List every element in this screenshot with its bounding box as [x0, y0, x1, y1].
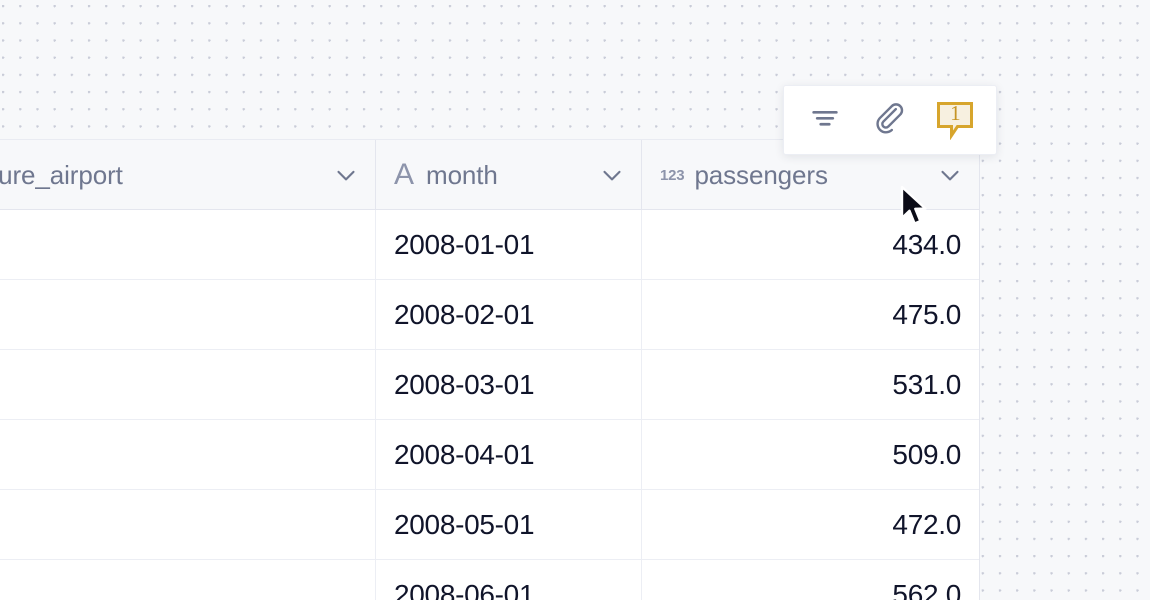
cell-passengers[interactable]: 531.0: [642, 350, 979, 420]
cell-passengers[interactable]: 475.0: [642, 280, 979, 350]
attachment-button[interactable]: [864, 94, 916, 146]
comment-button[interactable]: 1: [929, 94, 981, 146]
column-header-month[interactable]: A month: [376, 140, 642, 210]
cell-departure-airport[interactable]: IA: [0, 420, 376, 490]
table-row[interactable]: IA 2008-05-01 472.0: [0, 490, 979, 560]
comment-count: 1: [950, 101, 961, 125]
cell-month[interactable]: 2008-03-01: [376, 350, 642, 420]
sort-filter-icon: [808, 101, 842, 140]
column-header-label: departure_airport: [0, 159, 123, 190]
cell-month[interactable]: 2008-01-01: [376, 210, 642, 280]
cell-month[interactable]: 2008-05-01: [376, 490, 642, 560]
table-row[interactable]: IA 2008-04-01 509.0: [0, 420, 979, 490]
number-type-icon: 123: [660, 166, 685, 184]
cell-month[interactable]: 2008-04-01: [376, 420, 642, 490]
cell-departure-airport[interactable]: IA: [0, 560, 376, 600]
cell-context-toolbar[interactable]: 1: [783, 85, 997, 155]
table-row[interactable]: IA 2008-01-01 434.0: [0, 210, 979, 280]
cell-departure-airport[interactable]: IA: [0, 210, 376, 280]
column-header-label: month: [426, 159, 498, 190]
text-type-icon: A: [394, 158, 415, 191]
cell-departure-airport[interactable]: IA: [0, 350, 376, 420]
sort-filter-button[interactable]: [799, 94, 851, 146]
column-header-label: passengers: [694, 159, 828, 190]
attachment-icon: [872, 100, 908, 141]
column-header-departure-airport[interactable]: A departure_airport: [0, 140, 376, 210]
chevron-down-icon[interactable]: [331, 160, 361, 190]
comment-badge-icon: 1: [935, 100, 975, 141]
cell-passengers[interactable]: 472.0: [642, 490, 979, 560]
cell-departure-airport[interactable]: IA: [0, 490, 376, 560]
cell-passengers[interactable]: 434.0: [642, 210, 979, 280]
cell-passengers[interactable]: 509.0: [642, 420, 979, 490]
cell-passengers[interactable]: 562.0: [642, 560, 979, 600]
chevron-down-icon[interactable]: [935, 160, 965, 190]
cell-month[interactable]: 2008-02-01: [376, 280, 642, 350]
table-row[interactable]: IA 2008-02-01 475.0: [0, 280, 979, 350]
data-grid[interactable]: A departure_airport A month 123 passenge…: [0, 139, 980, 600]
chevron-down-icon[interactable]: [597, 160, 627, 190]
cell-departure-airport[interactable]: IA: [0, 280, 376, 350]
cell-month[interactable]: 2008-06-01: [376, 560, 642, 600]
table-row[interactable]: IA 2008-03-01 531.0: [0, 350, 979, 420]
table-row[interactable]: IA 2008-06-01 562.0: [0, 560, 979, 600]
